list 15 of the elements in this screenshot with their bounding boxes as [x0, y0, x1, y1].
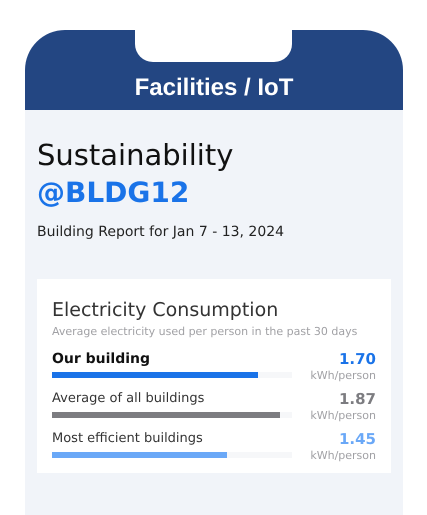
- header-title: Facilities / IoT: [134, 76, 294, 100]
- report-subtitle: Building Report for Jan 7 - 13, 2024: [37, 223, 286, 242]
- value-reading: 1.87: [338, 388, 376, 408]
- row-label: Our building: [52, 350, 152, 368]
- building-handle: @BLDG12: [37, 175, 190, 211]
- row-label: Most efficient buildings: [52, 430, 204, 448]
- value-reading: 1.70: [338, 348, 376, 368]
- card-title: Electricity Consumption: [52, 298, 280, 323]
- unit-label: kWh/person: [310, 368, 376, 382]
- unit-label: kWh/person: [310, 448, 376, 462]
- card-subtitle: Average electricity used per person in the past 30 days: [52, 324, 358, 340]
- row-label: Average of all buildings: [52, 390, 206, 408]
- unit-label: kWh/person: [310, 408, 376, 422]
- value-reading: 1.45: [338, 428, 376, 448]
- page-title: Sustainability: [37, 137, 234, 174]
